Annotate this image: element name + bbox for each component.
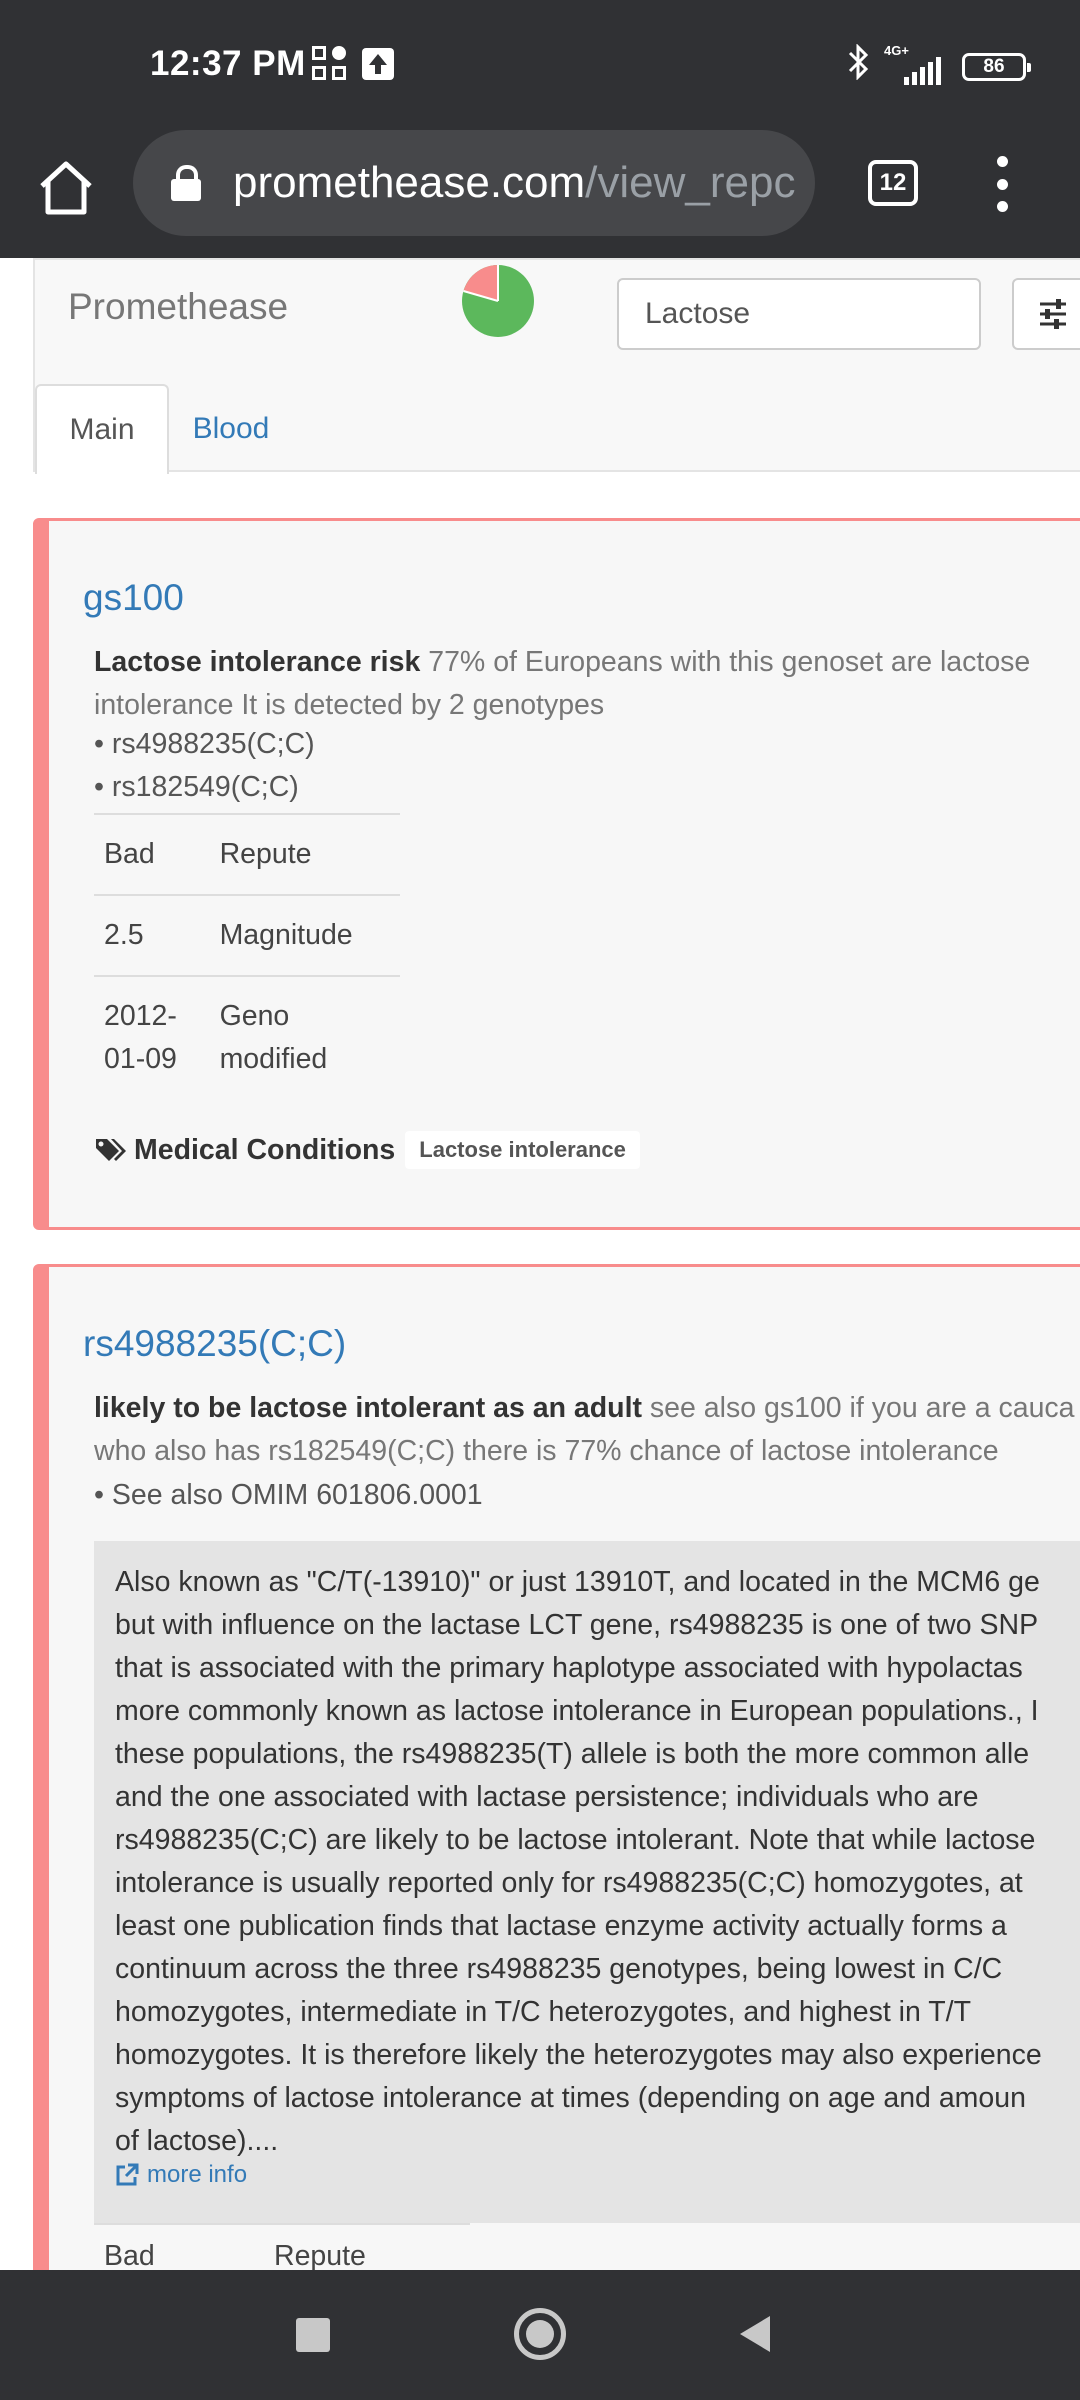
genotype-card: rs4988235(C;C) likely to be lactose into… xyxy=(33,1264,1080,2270)
tab-main[interactable]: Main xyxy=(35,384,169,474)
omim-bullet[interactable]: • See also OMIM 601806.0001 xyxy=(94,1479,483,1512)
battery-level: 86 xyxy=(983,55,1005,77)
status-bar: 12:37 PM 4G+ 86 xyxy=(0,0,1080,130)
brand-title[interactable]: Promethease xyxy=(68,286,288,328)
lock-icon xyxy=(171,165,201,201)
card-title-link[interactable]: rs4988235(C;C) xyxy=(83,1323,346,1365)
system-navigation-bar xyxy=(0,2270,1080,2400)
card-title-link[interactable]: gs100 xyxy=(83,577,184,619)
description-text: Also known as "C/T(-13910)" or just 1391… xyxy=(115,1566,1042,2157)
card-summary: likely to be lactose intolerant as an ad… xyxy=(94,1392,1075,1424)
signal-icon: 4G+ xyxy=(884,43,948,87)
notification-icons xyxy=(312,46,394,82)
site-header: Promethease Main Blood xyxy=(33,258,1080,474)
attributes-table: Bad Repute 2.5 Magnitude 2012- 01-09 Geno m… xyxy=(94,813,400,1099)
status-time: 12:37 PM xyxy=(150,44,306,83)
table-row: 2.5 Magnitude xyxy=(94,894,400,976)
overflow-menu-icon[interactable] xyxy=(990,156,1014,212)
genotype-bullet[interactable]: • rs182549(C;C) xyxy=(94,771,299,804)
battery-icon: 86 xyxy=(962,52,1031,81)
table-row: Bad Repute xyxy=(94,2223,470,2270)
attributes-table: Bad Repute xyxy=(94,2223,470,2270)
pie-chart-icon[interactable] xyxy=(461,264,535,338)
condition-tag[interactable]: Lactose intolerance xyxy=(405,1131,640,1169)
genotype-bullet[interactable]: • rs4988235(C;C) xyxy=(94,728,315,761)
tags-label: Medical Conditions xyxy=(134,1133,396,1166)
network-type-label: 4G+ xyxy=(884,42,909,58)
recents-button[interactable] xyxy=(296,2318,330,2352)
url-text[interactable]: promethease.com/view_repc xyxy=(233,158,795,208)
home-button[interactable] xyxy=(34,156,98,220)
description-block: Also known as "C/T(-13910)" or just 1391… xyxy=(94,1541,1080,2223)
tags-row: Medical Conditions Lactose intolerance xyxy=(94,1131,640,1169)
search-input[interactable] xyxy=(617,278,981,350)
address-bar[interactable]: promethease.com/view_repc xyxy=(133,130,815,236)
tab-blood[interactable]: Blood xyxy=(169,384,293,474)
grid-app-icon xyxy=(312,46,348,82)
browser-toolbar: promethease.com/view_repc 12 xyxy=(0,130,1080,258)
home-icon xyxy=(40,161,92,215)
home-nav-button[interactable] xyxy=(514,2308,566,2360)
web-page: Promethease Main Blood gs100 Lactose int… xyxy=(0,258,1080,2270)
card-summary: Lactose intolerance risk 77% of European… xyxy=(94,646,1031,721)
upload-notification-icon xyxy=(362,48,394,80)
table-row: Bad Repute xyxy=(94,813,400,895)
tab-switcher-button[interactable]: 12 xyxy=(868,160,918,206)
more-info-link[interactable]: more info xyxy=(115,2161,247,2189)
table-row: 2012- 01-09 Geno modified xyxy=(94,975,400,1099)
genoset-card: gs100 Lactose intolerance risk 77% of Eu… xyxy=(33,518,1080,1230)
system-icons: 4G+ 86 xyxy=(846,43,1031,89)
external-link-icon xyxy=(116,2163,139,2186)
sliders-icon xyxy=(1040,299,1066,329)
filter-button[interactable] xyxy=(1012,278,1080,350)
card-summary-continued: who also has rs182549(C;C) there is 77% … xyxy=(94,1435,999,1467)
bluetooth-icon xyxy=(846,43,870,89)
tags-icon xyxy=(96,1139,126,1161)
back-button[interactable] xyxy=(740,2316,770,2352)
